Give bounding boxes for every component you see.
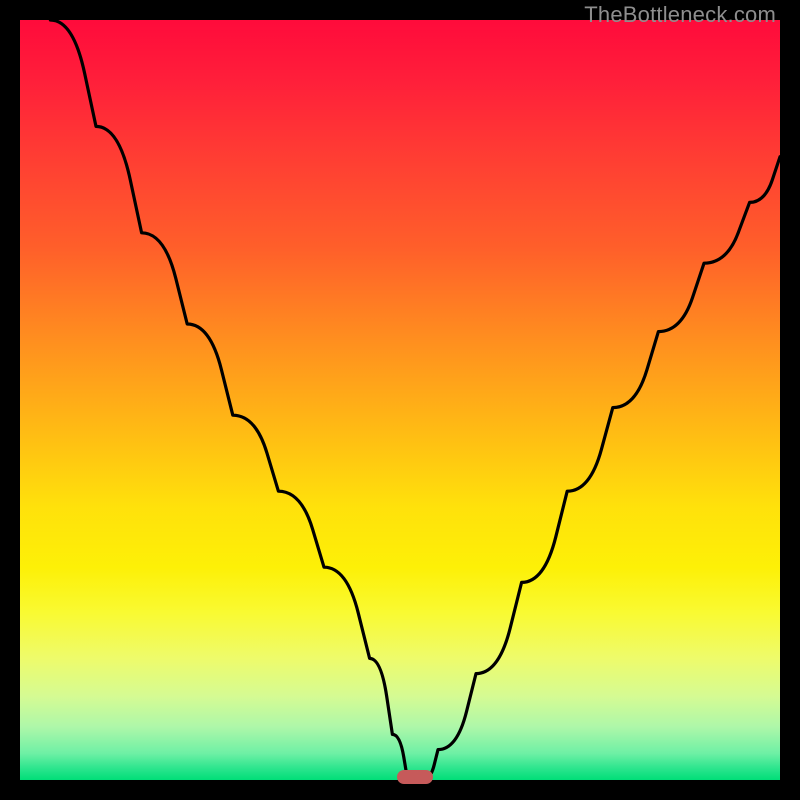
watermark-label: TheBottleneck.com [584, 2, 776, 28]
chart-frame: TheBottleneck.com [0, 0, 800, 800]
bottleneck-curve [20, 20, 780, 780]
optimum-marker [397, 770, 433, 784]
